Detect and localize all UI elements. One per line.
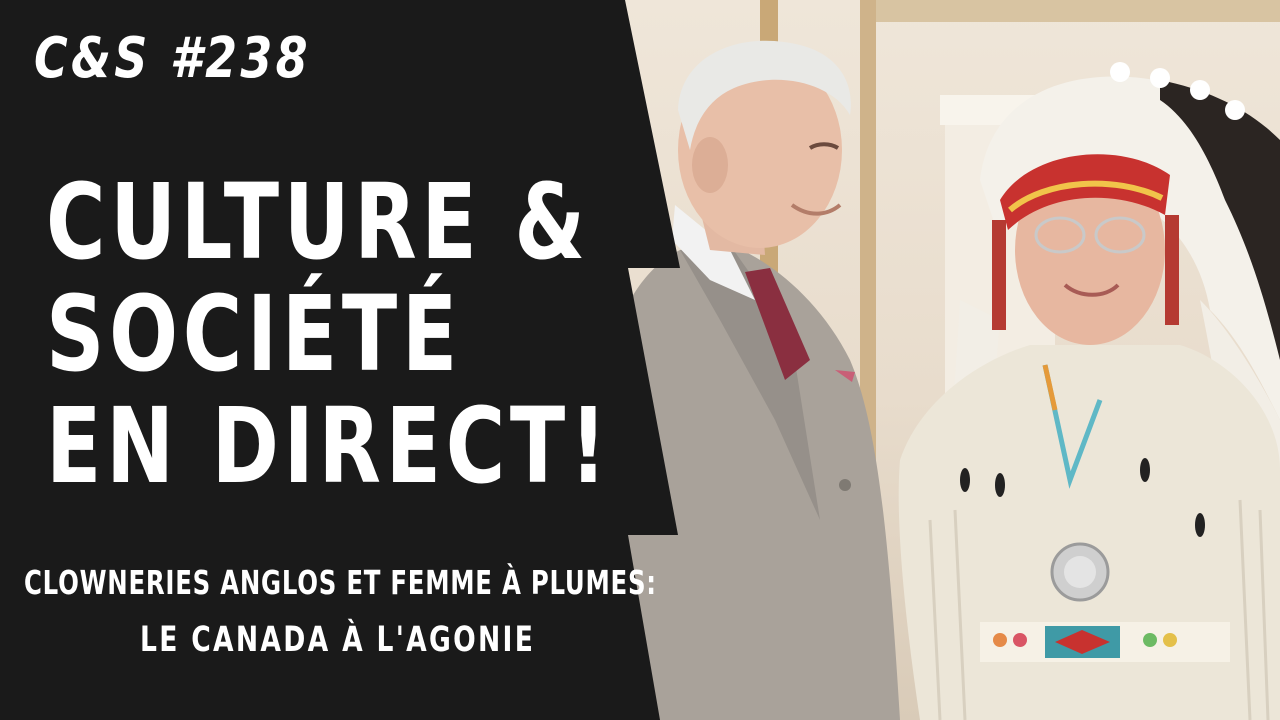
headline: CULTURE & SOCIÉTÉ EN DIRECT! xyxy=(46,166,612,502)
subtitle-line-1: CLOWNERIES ANGLOS ET FEMME À PLUMES: xyxy=(24,563,657,602)
title-panel: C&S #238 CULTURE & SOCIÉTÉ EN DIRECT! CL… xyxy=(0,0,700,720)
headline-line-1: CULTURE & xyxy=(46,161,590,283)
episode-label: C&S #238 xyxy=(34,26,311,91)
door-frame-top xyxy=(860,0,1280,22)
headline-line-2: SOCIÉTÉ xyxy=(46,273,463,395)
video-thumbnail: C&S #238 CULTURE & SOCIÉTÉ EN DIRECT! CL… xyxy=(0,0,1280,720)
headline-line-3: EN DIRECT! xyxy=(46,385,612,507)
subtitle-line-2: LE CANADA À L'AGONIE xyxy=(140,620,536,660)
